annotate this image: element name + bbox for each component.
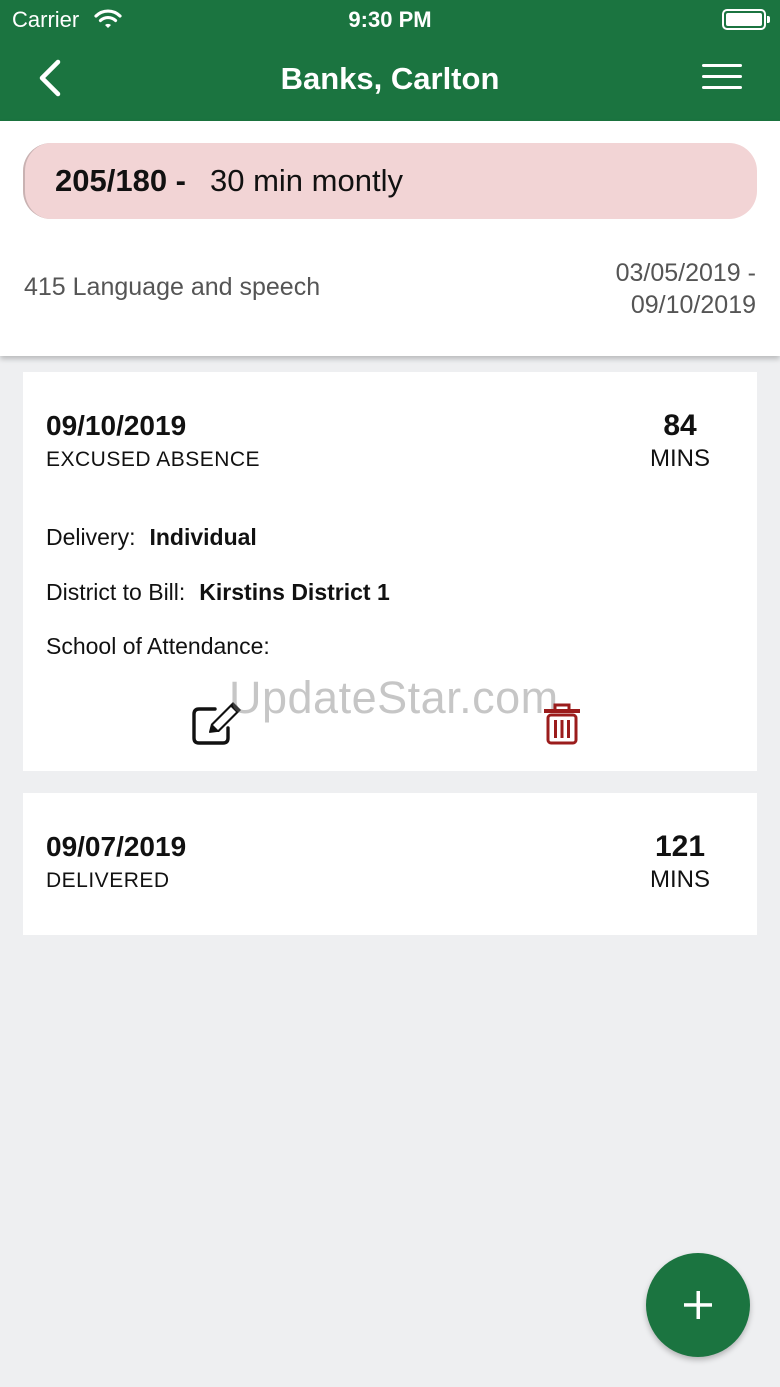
session-date: 09/07/2019 <box>46 831 187 862</box>
school-label: School of Attendance: <box>46 633 270 659</box>
watermark: UpdateStar.com <box>229 672 559 723</box>
status-bar: Carrier 9:30 PM <box>0 0 780 40</box>
goal-description: 30 min montly <box>210 163 403 198</box>
session-status: DELIVERED <box>46 869 170 892</box>
battery-icon <box>722 9 770 30</box>
date-start: 03/05/2019 - <box>615 259 756 287</box>
district-label: District to Bill: <box>46 579 186 605</box>
service-name: 415 Language and speech <box>24 273 321 301</box>
district-value: Kirstins District 1 <box>199 579 390 605</box>
delivery-value: Individual <box>149 524 257 550</box>
session-date: 09/10/2019 <box>46 410 187 441</box>
minutes-unit: MINS <box>650 866 710 893</box>
session-minutes: 121 MINS <box>640 830 720 894</box>
minutes-unit: MINS <box>650 445 710 472</box>
district-row: District to Bill: Kirstins District 1 <box>46 579 390 606</box>
page-title: Banks, Carlton <box>280 61 500 96</box>
delete-button[interactable] <box>542 703 582 745</box>
goal-code: 205/180 - <box>55 163 186 198</box>
hamburger-menu-icon <box>702 64 742 67</box>
status-time: 9:30 PM <box>348 7 432 32</box>
goal-pill[interactable]: 205/180 - 30 min montly <box>23 143 757 219</box>
session-status: EXCUSED ABSENCE <box>46 448 261 471</box>
session-card[interactable]: 09/10/2019 EXCUSED ABSENCE 84 MINS Deliv… <box>23 372 757 771</box>
menu-button[interactable] <box>702 64 742 96</box>
service-header: 205/180 - 30 min montly 415 Language and… <box>0 121 780 356</box>
add-session-button[interactable] <box>646 1253 750 1357</box>
delivery-row: Delivery: Individual <box>46 524 257 551</box>
date-end: 09/10/2019 <box>630 291 756 319</box>
session-card[interactable]: 09/07/2019 DELIVERED 121 MINS <box>23 793 757 935</box>
navigation-bar: Banks, Carlton <box>0 40 780 121</box>
delivery-label: Delivery: <box>46 524 136 550</box>
trash-icon <box>544 703 580 745</box>
service-date-range: 03/05/2019 - 09/10/2019 <box>616 257 756 321</box>
plus-icon <box>684 1291 712 1319</box>
minutes-value: 84 <box>663 409 697 442</box>
minutes-value: 121 <box>654 830 706 863</box>
session-minutes: 84 MINS <box>640 409 720 473</box>
school-row: School of Attendance: <box>46 633 284 660</box>
